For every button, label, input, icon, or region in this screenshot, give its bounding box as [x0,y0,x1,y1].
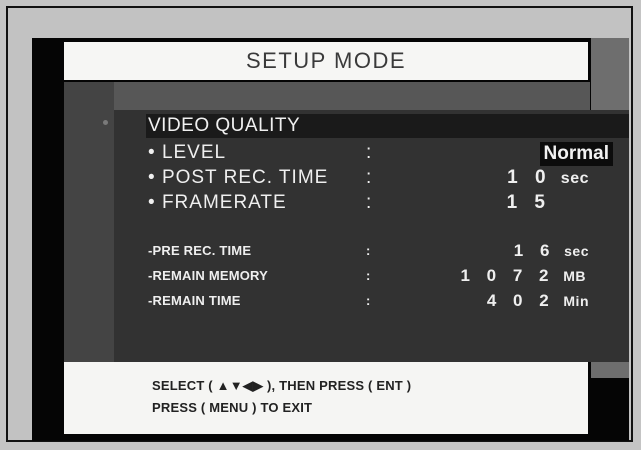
setting-label: POST REC. TIME [161,167,329,188]
remain-memory-value: 1 0 7 2 [460,266,555,285]
setting-label: FRAMERATE [161,192,287,213]
monitor-frame: SETUP MODE VIDEO QUALITY • LEVEL : Norma… [6,6,633,442]
selection-dot-icon [103,120,108,125]
setting-row-post-rec-time[interactable]: • POST REC. TIME : 1 0 sec [148,165,589,191]
separator-colon: : [366,268,371,283]
separator-colon: : [366,243,371,258]
header-strip [114,82,590,110]
section-title-video-quality[interactable]: VIDEO QUALITY [148,114,300,138]
footer-select-instruction: SELECT ( ▲▼◀▶ ), THEN PRESS ( ENT ) [152,378,412,393]
bullet-icon: • [148,142,156,163]
instruction-footer: SELECT ( ▲▼◀▶ ), THEN PRESS ( ENT ) PRES… [64,362,588,434]
remain-time-value: 4 0 2 [486,291,555,310]
separator-colon: : [366,167,373,188]
unit-label: MB [563,268,586,284]
separator-colon: : [366,142,373,163]
info-row-remain-memory: -REMAIN MEMORY : 1 0 7 2 MB [148,265,586,287]
unit-label: Min [563,293,589,309]
page-title: SETUP MODE [64,42,588,80]
bullet-icon: • [148,167,156,188]
level-value[interactable]: Normal [539,142,613,166]
info-label: REMAIN MEMORY [152,268,269,283]
unit-label: sec [560,170,589,187]
osd-screen: SETUP MODE VIDEO QUALITY • LEVEL : Norma… [32,38,629,441]
info-row-remain-time: -REMAIN TIME : 4 0 2 Min [148,290,589,312]
separator-colon: : [366,293,371,308]
pre-rec-time-value: 1 6 [513,241,556,260]
setting-row-level[interactable]: • LEVEL : [148,140,589,166]
bullet-icon: • [148,192,156,213]
footer-exit-instruction: PRESS ( MENU ) TO EXIT [152,400,313,415]
separator-colon: : [366,192,373,213]
unit-label: sec [564,243,589,259]
info-label: PRE REC. TIME [152,243,252,258]
framerate-value: 1 5 [506,192,551,213]
post-rec-time-value: 1 0 [507,167,552,188]
info-label: REMAIN TIME [152,293,241,308]
setting-row-framerate[interactable]: • FRAMERATE : 1 5 [148,190,551,216]
info-row-pre-rec-time: -PRE REC. TIME : 1 6 sec [148,240,589,262]
setting-label: LEVEL [161,142,227,163]
